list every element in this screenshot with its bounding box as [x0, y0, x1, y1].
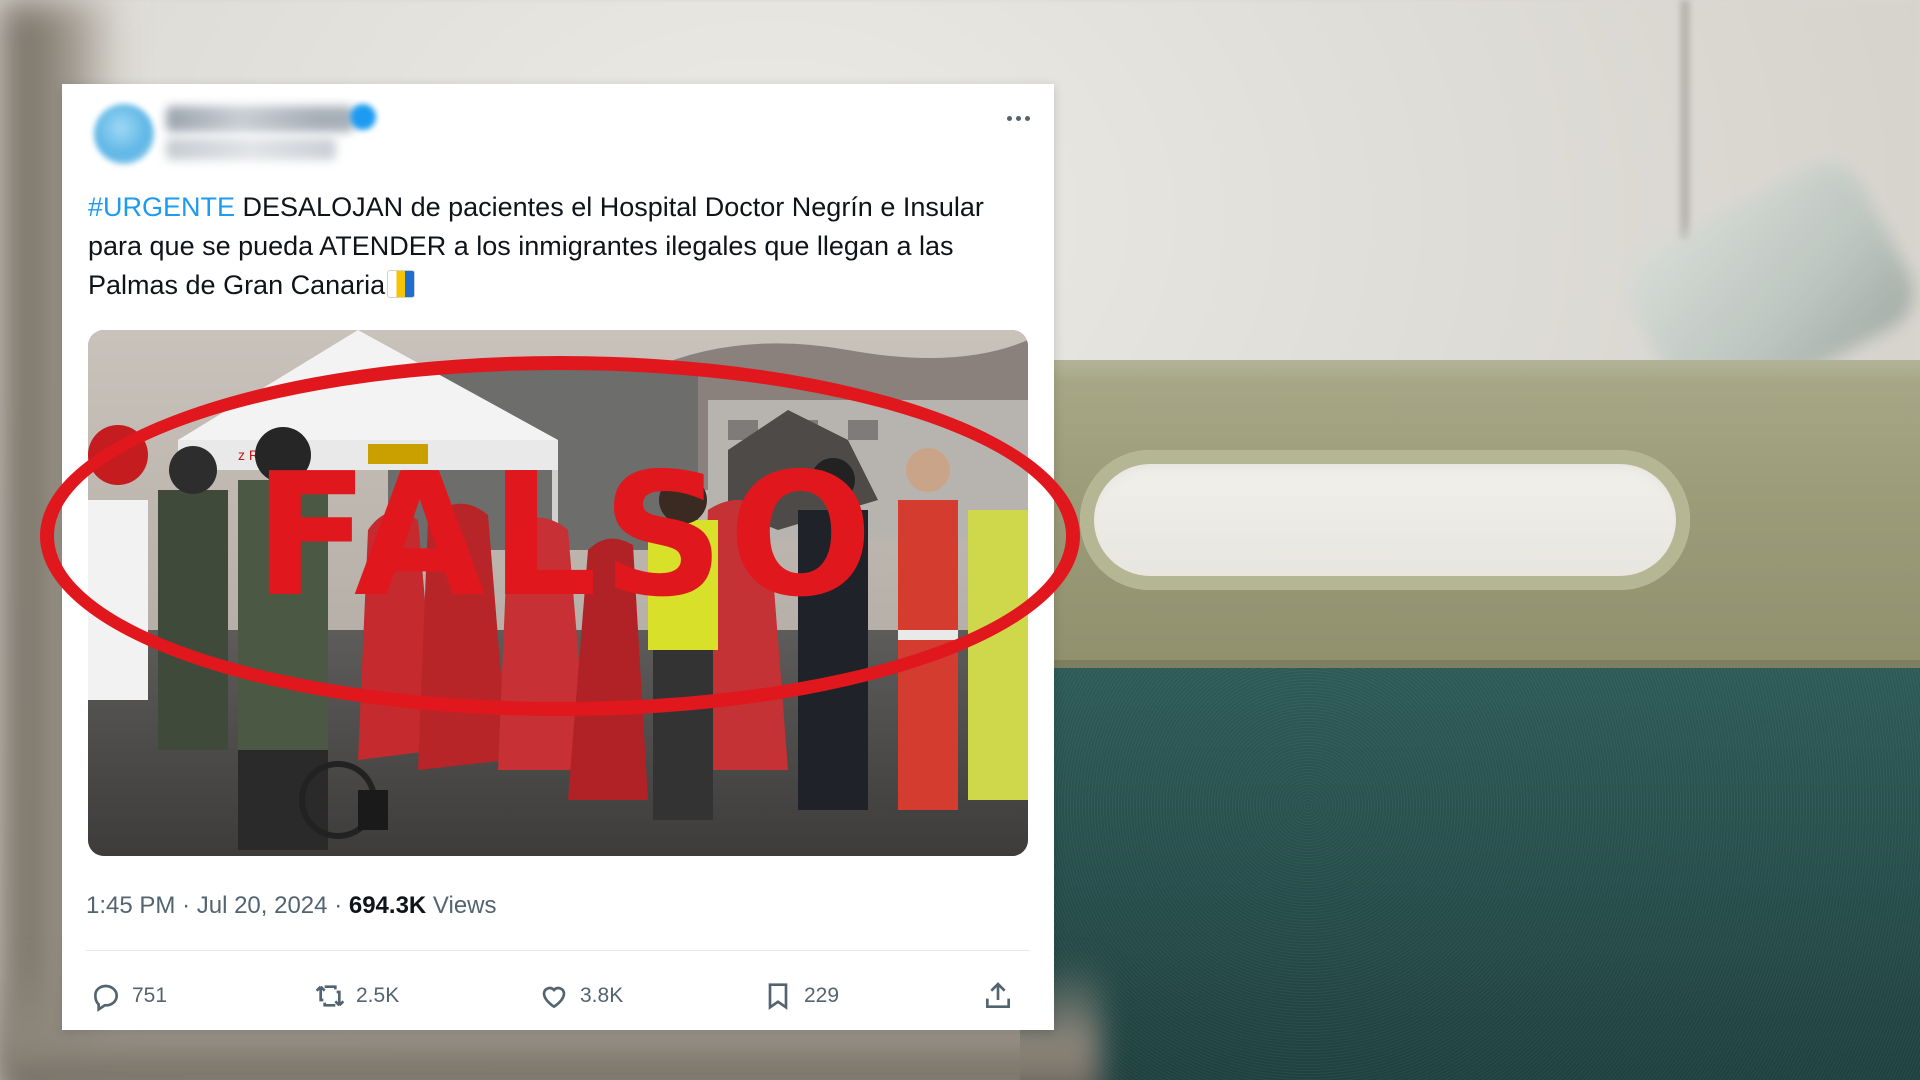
bed-panel [1020, 660, 1920, 1080]
bookmark-icon [768, 983, 788, 1010]
tweet-text: #URGENTE DESALOJAN de pacientes el Hospi… [88, 188, 1038, 305]
views-label: Views [432, 892, 497, 919]
bed-rail-handle [1080, 450, 1690, 590]
like-count: 3.8K [580, 984, 624, 1007]
verified-badge-icon [350, 104, 376, 130]
background-pole [1680, 0, 1690, 240]
retweet-icon [315, 985, 345, 1007]
bookmark-count: 229 [804, 984, 840, 1007]
bookmark-button[interactable]: 229 [762, 968, 839, 1024]
tweet-date[interactable]: Jul 20, 2024 [197, 892, 328, 919]
author-name-blurred[interactable] [166, 106, 354, 132]
like-button[interactable]: 3.8K [538, 968, 623, 1024]
photo-scene: z Roja [88, 330, 1028, 856]
reply-icon [93, 984, 119, 1012]
views-count: 694.3K [348, 892, 427, 919]
reply-button[interactable]: 751 [90, 968, 167, 1024]
retweet-button[interactable]: 2.5K [314, 968, 399, 1024]
tweet-card: #URGENTE DESALOJAN de pacientes el Hospi… [62, 84, 1054, 1030]
tweet-meta: 1:45 PM · Jul 20, 2024 · 694.3K Views [86, 892, 497, 920]
canary-flag-icon [387, 270, 416, 298]
meta-separator: · [182, 892, 197, 919]
hashtag-link[interactable]: #URGENTE [88, 192, 235, 222]
meta-separator: · [334, 892, 349, 919]
more-options-icon[interactable] [998, 102, 1038, 134]
tweet-time[interactable]: 1:45 PM [86, 892, 175, 919]
divider [86, 950, 1030, 951]
avatar[interactable] [94, 104, 154, 164]
reply-count: 751 [132, 984, 168, 1007]
share-icon [986, 982, 1010, 1008]
tweet-actions: 751 2.5K 3.8K 229 [62, 968, 1054, 1024]
like-icon [542, 986, 566, 1009]
author-handle-blurred[interactable] [166, 138, 336, 160]
tweet-photo[interactable]: z Roja [88, 330, 1028, 856]
share-button[interactable] [982, 968, 1014, 1024]
retweet-count: 2.5K [356, 984, 400, 1007]
